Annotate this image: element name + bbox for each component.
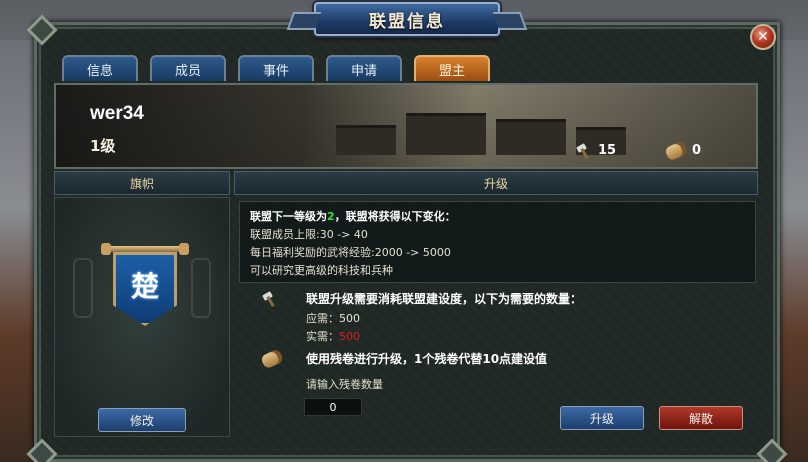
upgrade-button[interactable]: 升级: [560, 406, 644, 430]
union-name: wer34: [90, 103, 144, 124]
close-button[interactable]: ✕: [750, 24, 776, 50]
flag-pole: [101, 243, 189, 255]
resource-scroll: 0: [663, 139, 702, 162]
upgrade-section-heading: 升级: [234, 171, 758, 195]
scroll-upgrade-title: 使用残卷进行升级，1个残卷代替10点建设值: [306, 352, 548, 366]
window-title-banner: 联盟信息: [314, 2, 500, 36]
banner-panel: 楚: [54, 197, 230, 437]
flag-character: 楚: [130, 270, 159, 303]
hammer-icon: [262, 292, 278, 306]
tab-events[interactable]: 事件: [238, 55, 314, 81]
resource-hammer: 15: [576, 143, 616, 158]
upgrade-info-line: 可以研究更高级的科技和兵种: [250, 264, 393, 277]
upgrade-info-heading: 联盟下一等级为2，联盟将获得以下变化：: [250, 210, 456, 223]
tab-leader[interactable]: 盟主: [414, 55, 490, 81]
cost-actual: 实需：500: [306, 330, 360, 343]
window-title: 联盟信息: [369, 11, 445, 32]
tab-applications[interactable]: 申请: [326, 55, 402, 81]
union-flag: 楚: [113, 252, 177, 326]
panel-ornament: [73, 258, 93, 318]
next-level-value: 2: [327, 210, 335, 223]
cost-actual-value: 500: [339, 330, 360, 343]
cost-required: 应需：500: [306, 312, 360, 325]
construction-cost-title: 联盟升级需要消耗联盟建设度，以下为需要的数量：: [306, 292, 583, 306]
scroll-count: 0: [692, 143, 702, 158]
banner-section-heading: 旗帜: [54, 171, 230, 195]
upgrade-info-line: 每日福利奖励的武将经验:2000 -> 5000: [250, 246, 451, 259]
hammer-count: 15: [598, 143, 617, 158]
union-level: 1级: [90, 137, 116, 155]
scroll-quantity-input[interactable]: [304, 398, 362, 416]
scroll-icon: [259, 348, 285, 370]
tab-members[interactable]: 成员: [150, 55, 226, 81]
upgrade-info-box: 联盟下一等级为2，联盟将获得以下变化： 联盟成员上限:30 -> 40 每日福利…: [239, 201, 756, 283]
tab-info[interactable]: 信息: [62, 55, 138, 81]
background-right: [778, 40, 808, 462]
scroll-icon: [663, 139, 689, 162]
modify-banner-button[interactable]: 修改: [98, 408, 186, 432]
scroll-quantity-label: 请输入残卷数量: [306, 378, 383, 391]
cost-required-value: 500: [339, 312, 360, 325]
union-header-banner: wer34 1级 15 0: [54, 83, 758, 169]
panel-ornament: [191, 258, 211, 318]
close-icon: ✕: [757, 29, 769, 45]
upgrade-info-line: 联盟成员上限:30 -> 40: [250, 228, 368, 241]
hammer-icon: [576, 144, 592, 158]
disband-button[interactable]: 解散: [659, 406, 743, 430]
